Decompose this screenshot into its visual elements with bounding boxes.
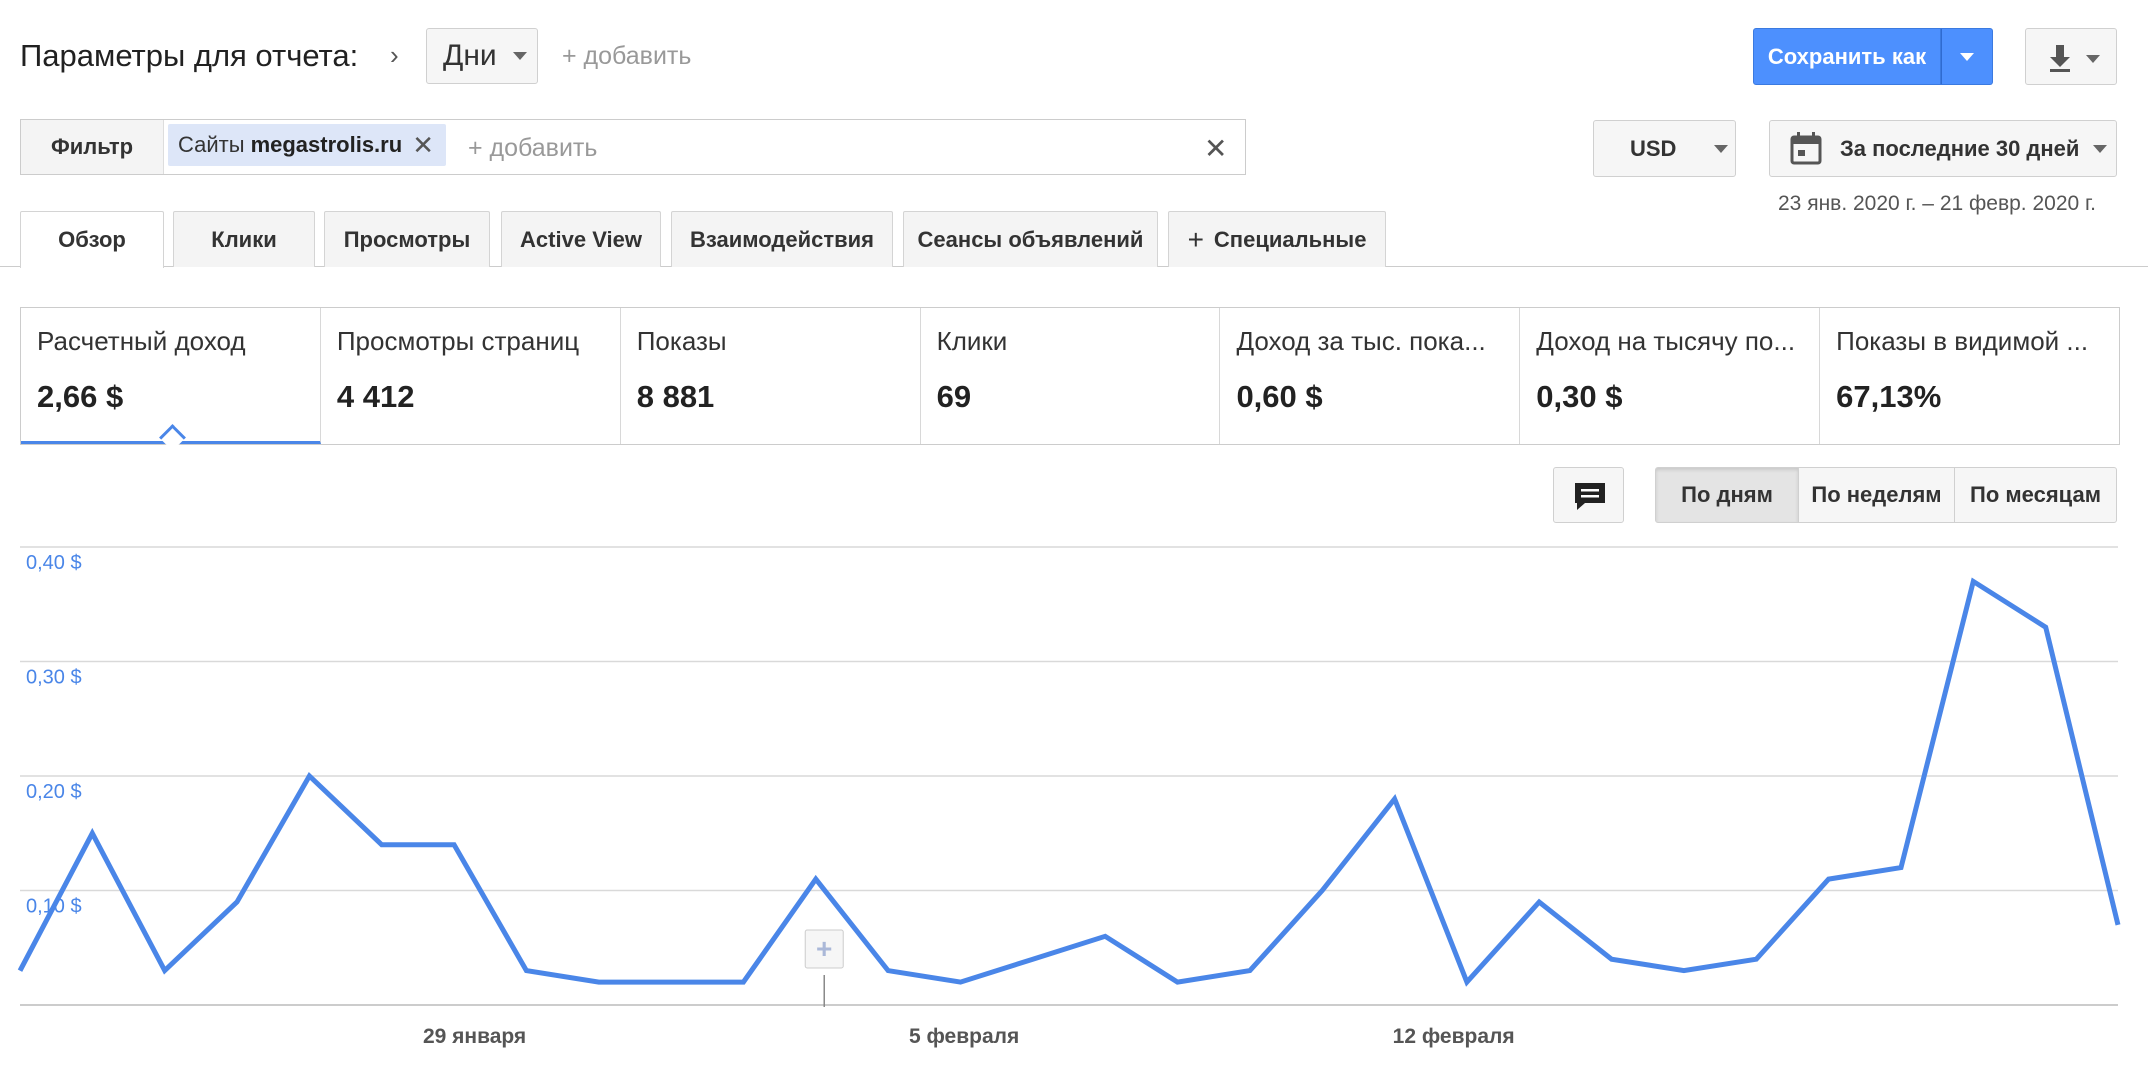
kpi-impressions[interactable]: Показы 8 881 <box>621 308 921 444</box>
y-tick-label: 0,30 $ <box>26 667 82 689</box>
tab-active-view[interactable]: Active View <box>501 211 661 267</box>
tab-interactions[interactable]: Взаимодействия <box>671 211 893 267</box>
kpi-value: 69 <box>936 379 972 414</box>
x-tick-label: 5 февраля <box>909 1025 1019 1048</box>
annotation-button[interactable] <box>1553 467 1624 523</box>
kpi-value: 67,13% <box>1836 379 1942 414</box>
date-range-dropdown[interactable]: За последние 30 дней <box>1769 120 2117 177</box>
tab-clicks[interactable]: Клики <box>173 211 315 267</box>
save-options-dropdown[interactable] <box>1941 28 1993 85</box>
kpi-title: Доход за тыс. пока... <box>1236 326 1486 356</box>
save-as-button[interactable]: Сохранить как <box>1753 28 1941 85</box>
kpi-title: Расчетный доход <box>37 326 246 356</box>
kpi-title: Доход на тысячу по... <box>1536 326 1796 356</box>
kpi-value: 0,60 $ <box>1236 379 1323 414</box>
kpi-impression-rpm[interactable]: Доход на тысячу по... 0,30 $ <box>1520 308 1821 444</box>
caret-down-icon <box>1714 144 1729 153</box>
filter-add-input[interactable]: + добавить <box>468 134 597 163</box>
kpi-value: 8 881 <box>636 379 715 414</box>
tab-custom[interactable]: + Специальные <box>1168 211 1386 267</box>
kpi-viewability[interactable]: Показы в видимой ... 67,13% <box>1820 308 2119 444</box>
tab-ad-sessions[interactable]: Сеансы объявлений <box>903 211 1158 267</box>
caret-down-icon <box>1960 52 1974 61</box>
kpi-value: 4 412 <box>336 379 415 414</box>
caret-down-icon <box>2093 144 2108 153</box>
earnings-line-chart: 0,10 $0,20 $0,30 $0,40 $29 января 5 февра… <box>17 546 2121 1048</box>
chevron-right-icon: › <box>390 40 399 70</box>
plus-icon: + <box>1187 223 1204 255</box>
y-tick-label: 0,20 $ <box>26 781 82 803</box>
add-dimension-link[interactable]: + добавить <box>562 42 691 71</box>
currency-label: USD <box>1630 135 1677 161</box>
kpi-estimated-earnings[interactable]: Расчетный доход 2,66 $ <box>21 308 321 444</box>
kpi-clicks[interactable]: Клики 69 <box>921 308 1221 444</box>
currency-dropdown[interactable]: USD <box>1593 120 1736 177</box>
filter-chip-label: Сайты <box>178 132 245 157</box>
close-icon[interactable]: ✕ <box>412 130 434 161</box>
calendar-icon <box>1790 131 1822 164</box>
x-tick-label: 29 января <box>423 1025 526 1048</box>
filter-chip-sites[interactable]: Сайты megastrolis.ru ✕ <box>168 124 446 166</box>
plus-icon: + <box>816 933 832 964</box>
date-range-dates: 23 янв. 2020 г. – 21 февр. 2020 г. <box>1778 192 2096 215</box>
y-tick-label: 0,40 $ <box>26 552 82 574</box>
date-range-label: За последние 30 дней <box>1840 135 2080 161</box>
kpi-title: Клики <box>936 326 1008 356</box>
clear-filter-icon[interactable]: ✕ <box>1204 132 1227 165</box>
download-button[interactable] <box>2025 28 2117 85</box>
granularity-months-button[interactable]: По месяцам <box>1954 467 2117 523</box>
kpi-value: 0,30 $ <box>1536 379 1623 414</box>
dimension-dropdown[interactable]: Дни <box>426 28 538 84</box>
kpi-value: 2,66 $ <box>37 379 124 414</box>
report-params-title: Параметры для отчета: <box>20 38 359 73</box>
tab-custom-label: Специальные <box>1213 226 1367 252</box>
caret-down-icon <box>512 52 527 60</box>
kpi-scorecards: Расчетный доход 2,66 $ Просмотры страниц… <box>20 307 2120 445</box>
tab-overview[interactable]: Обзор <box>20 211 164 268</box>
filter-chip-value: megastrolis.ru <box>250 132 403 157</box>
comment-icon <box>1575 483 1605 510</box>
earnings-series-line <box>17 577 2121 987</box>
download-icon <box>2050 45 2100 72</box>
granularity-weeks-button[interactable]: По неделям <box>1798 467 1955 523</box>
kpi-page-views[interactable]: Просмотры страниц 4 412 <box>321 308 621 444</box>
granularity-days-button[interactable]: По дням <box>1655 467 1799 523</box>
kpi-title: Показы <box>636 326 727 356</box>
filter-label: Фильтр <box>21 120 164 174</box>
dimension-label: Дни <box>443 39 497 72</box>
kpi-page-rpm[interactable]: Доход за тыс. пока... 0,60 $ <box>1220 308 1521 444</box>
x-tick-label: 12 февраля <box>1393 1025 1515 1048</box>
tab-pageviews[interactable]: Просмотры <box>324 211 490 267</box>
kpi-title: Показы в видимой ... <box>1836 326 2089 356</box>
kpi-title: Просмотры страниц <box>336 326 580 356</box>
